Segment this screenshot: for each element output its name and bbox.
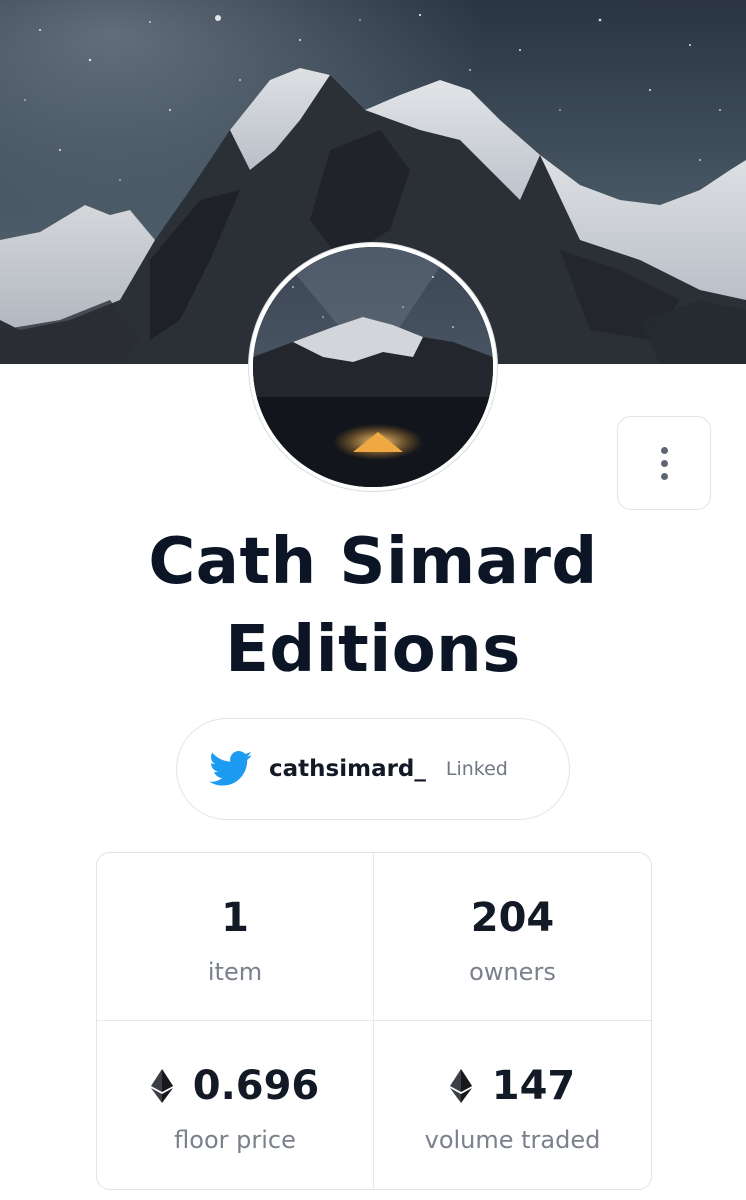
twitter-linked-account[interactable]: cathsimard_ Linked — [176, 718, 570, 820]
stat-value: 1 — [221, 894, 249, 941]
stat-volume-traded: 147 volume traded — [374, 1021, 651, 1189]
stat-label: owners — [469, 957, 556, 986]
stat-floor-price: 0.696 floor price — [97, 1021, 374, 1189]
more-vertical-icon — [660, 472, 668, 480]
twitter-handle: cathsimard_ — [269, 756, 426, 782]
more-options-button[interactable] — [617, 416, 711, 510]
ethereum-icon — [449, 1069, 472, 1103]
linked-status: Linked — [445, 758, 508, 780]
stat-label: item — [207, 957, 263, 986]
stat-label: floor price — [174, 1126, 296, 1154]
stat-owners: 204 owners — [374, 853, 651, 1021]
ethereum-icon — [150, 1069, 173, 1103]
collection-stats: 1 item 204 owners 0.696 floor price 147 … — [96, 852, 652, 1190]
stat-value: 204 — [470, 894, 555, 941]
stat-items: 1 item — [97, 853, 374, 1021]
stat-value: 147 — [491, 1063, 576, 1109]
stat-value: 0.696 — [192, 1063, 320, 1109]
more-vertical-icon — [660, 459, 668, 467]
collection-avatar — [249, 243, 497, 491]
more-vertical-icon — [660, 446, 668, 454]
collection-page: Cath Simard Editions cathsimard_ Linked … — [0, 0, 746, 1200]
stat-label: volume traded — [424, 1126, 601, 1154]
twitter-icon — [209, 751, 253, 787]
collection-title: Cath Simard Editions — [148, 525, 598, 687]
avatar-illustration — [253, 247, 493, 487]
